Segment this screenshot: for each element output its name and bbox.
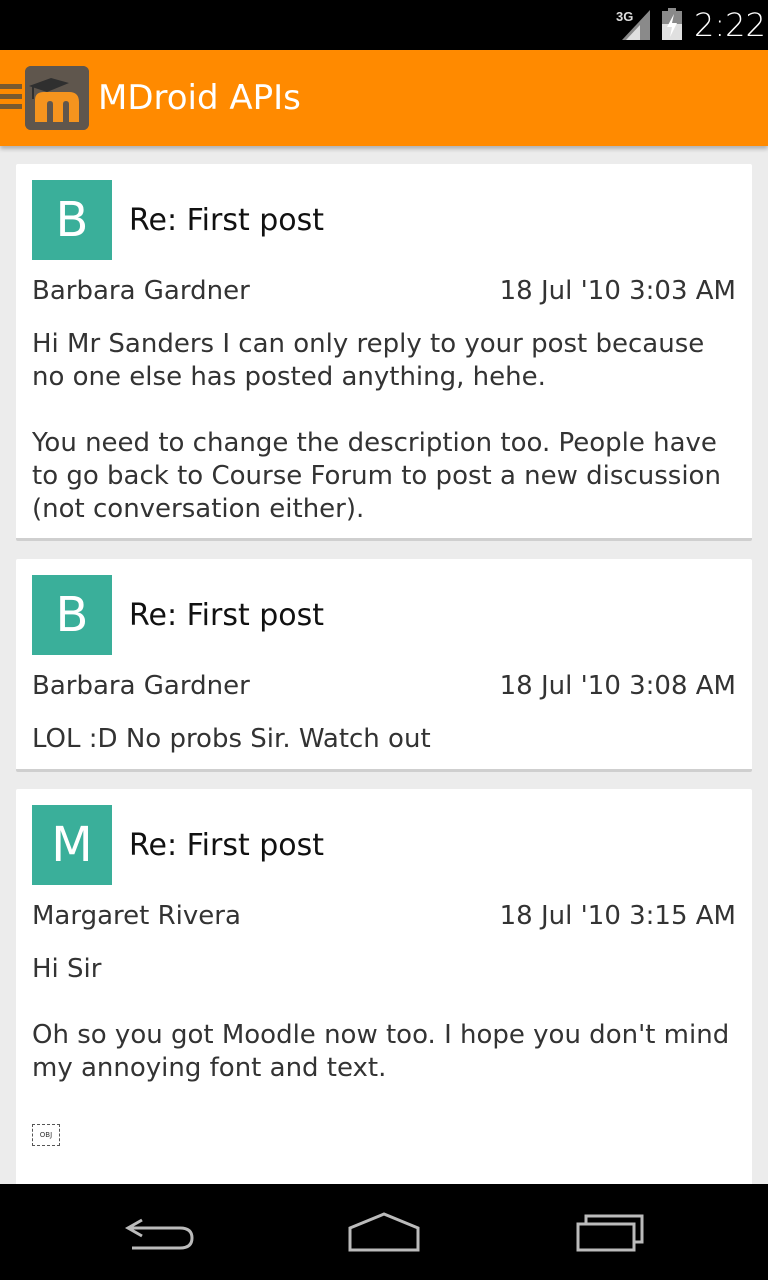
recent-apps-button[interactable] <box>572 1206 652 1258</box>
avatar: M <box>32 805 112 885</box>
avatar: B <box>32 575 112 655</box>
post-list[interactable]: B Re: First post Barbara Gardner 18 Jul … <box>0 146 768 1184</box>
post-date: 18 Jul '10 3:15 AM <box>499 901 736 931</box>
post-author: Barbara Gardner <box>32 276 250 306</box>
post-subject: Re: First post <box>129 203 325 238</box>
post-date: 18 Jul '10 3:03 AM <box>499 276 736 306</box>
menu-icon <box>0 84 22 114</box>
app-title: MDroid APIs <box>98 78 301 118</box>
signal-icon <box>622 10 650 40</box>
post-author: Margaret Rivera <box>32 901 241 931</box>
clock: 2:22 <box>694 6 766 44</box>
recent-apps-icon <box>576 1214 644 1252</box>
post-subject: Re: First post <box>129 828 325 863</box>
home-button[interactable] <box>344 1206 424 1258</box>
post-body: Hi Sir Oh so you got Moodle now too. I h… <box>32 954 730 1083</box>
battery-icon <box>662 8 682 40</box>
post-body: LOL :D No probs Sir. Watch out <box>32 724 431 754</box>
status-bar: 3G 2:22 <box>0 0 768 50</box>
avatar: B <box>32 180 112 260</box>
post-date: 18 Jul '10 3:08 AM <box>499 671 736 701</box>
post-subject: Re: First post <box>129 598 325 633</box>
post-card[interactable]: B Re: First post Barbara Gardner 18 Jul … <box>16 164 752 541</box>
post-card[interactable]: B Re: First post Barbara Gardner 18 Jul … <box>16 559 752 772</box>
back-button[interactable] <box>120 1206 200 1258</box>
moodle-logo-icon <box>25 66 89 130</box>
home-icon <box>348 1212 420 1252</box>
post-body: Hi Mr Sanders I can only reply to your p… <box>32 329 721 524</box>
embedded-object-placeholder: OBJ <box>32 1124 60 1146</box>
drawer-toggle[interactable] <box>0 50 95 146</box>
post-author: Barbara Gardner <box>32 671 250 701</box>
back-icon <box>124 1218 194 1250</box>
post-card[interactable]: M Re: First post Margaret Rivera 18 Jul … <box>16 789 752 1184</box>
action-bar: MDroid APIs <box>0 50 768 146</box>
navigation-bar <box>0 1184 768 1280</box>
